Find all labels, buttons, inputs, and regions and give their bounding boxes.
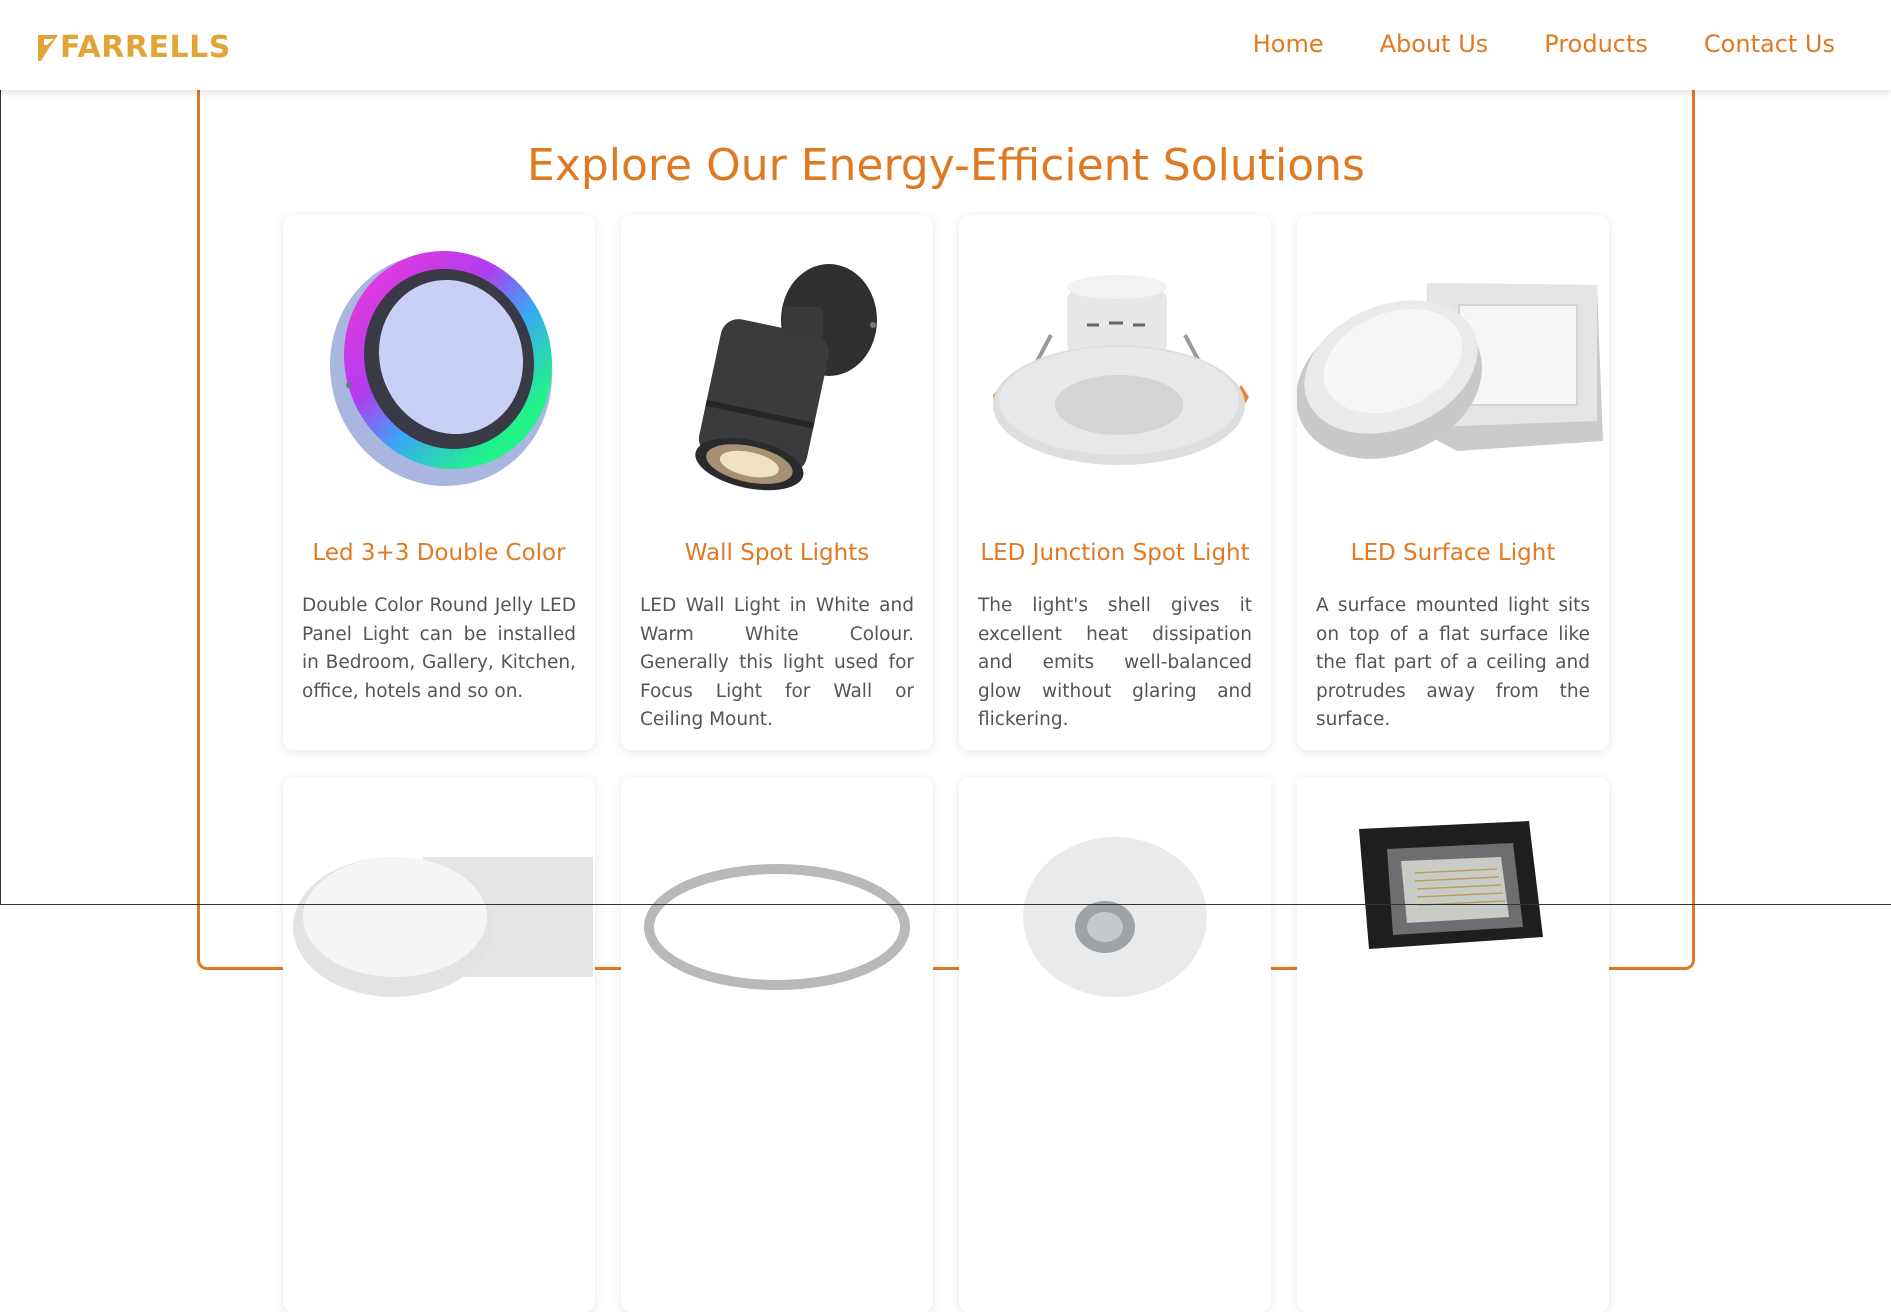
nav-about-us[interactable]: About Us bbox=[1380, 30, 1489, 58]
nav-products[interactable]: Products bbox=[1544, 30, 1648, 58]
product-description: A surface mounted light sits on top of a… bbox=[1316, 595, 1590, 730]
surface-light-icon bbox=[1297, 283, 1603, 459]
brand-name: FARRELLS bbox=[60, 30, 231, 65]
nav-contact-us[interactable]: Contact Us bbox=[1704, 30, 1835, 58]
brand-logo[interactable]: FARRELLS bbox=[38, 30, 231, 65]
junction-spot-light-icon bbox=[993, 275, 1249, 465]
product-description: LED Wall Light in White and Warm White C… bbox=[640, 595, 914, 730]
downlight-icon bbox=[1023, 837, 1207, 997]
nav-home[interactable]: Home bbox=[1253, 30, 1324, 58]
product-card[interactable]: Led 3+3 Double Color Double Color Round … bbox=[283, 215, 595, 750]
product-description: Double Color Round Jelly LED Panel Light… bbox=[302, 595, 576, 702]
product-title: Wall Spot Lights bbox=[684, 540, 870, 566]
product-card[interactable] bbox=[1297, 777, 1609, 1312]
section-title: Explore Our Energy-Efficient Solutions bbox=[527, 140, 1365, 191]
product-card[interactable]: LED Surface Light A surface mounted ligh… bbox=[1297, 215, 1609, 750]
site-header: FARRELLS Home About Us Products Contact … bbox=[0, 0, 1891, 90]
product-card[interactable] bbox=[283, 777, 595, 1312]
product-title: Led 3+3 Double Color bbox=[312, 540, 566, 566]
product-card[interactable]: LED Junction Spot Light The light's shel… bbox=[959, 215, 1271, 750]
wall-spot-light-icon bbox=[695, 264, 877, 491]
surface-light-icon bbox=[293, 857, 593, 997]
product-title: LED Surface Light bbox=[1350, 540, 1556, 566]
flood-light-icon bbox=[1359, 821, 1543, 949]
product-card[interactable] bbox=[621, 777, 933, 1312]
round-rgb-panel-light-icon bbox=[329, 250, 553, 487]
logo-mark-icon bbox=[38, 35, 58, 61]
main-nav: Home About Us Products Contact Us bbox=[1253, 30, 1835, 58]
window-left-border bbox=[0, 0, 1, 905]
product-card[interactable]: Wall Spot Lights LED Wall Light in White… bbox=[621, 215, 933, 750]
product-description: The light's shell gives it excellent hea… bbox=[978, 595, 1252, 730]
ring-light-icon bbox=[644, 864, 910, 990]
product-card[interactable] bbox=[959, 777, 1271, 1312]
product-title: LED Junction Spot Light bbox=[980, 540, 1250, 566]
